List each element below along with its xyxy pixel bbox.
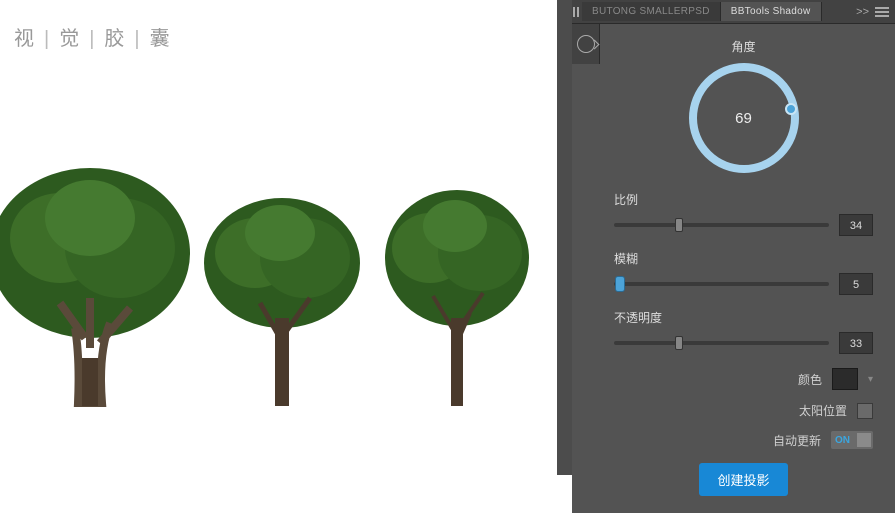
link-tool-strip: [572, 24, 600, 64]
angle-dial[interactable]: 69: [689, 63, 799, 173]
tree-2: [195, 188, 370, 408]
shadow-panel: BUTONG SMALLERPSD BBTools Shadow >> 角度 6…: [572, 0, 895, 513]
vertical-scrollbar[interactable]: [557, 0, 572, 475]
blur-slider-thumb[interactable]: [615, 276, 625, 292]
auto-update-label: 自动更新: [773, 432, 821, 449]
angle-dial-handle[interactable]: [785, 103, 797, 115]
color-swatch[interactable]: [832, 368, 858, 390]
opacity-slider[interactable]: [614, 341, 829, 345]
color-dropdown-caret[interactable]: ▾: [868, 374, 873, 385]
blur-value[interactable]: 5: [839, 273, 873, 295]
canvas-area: 视|觉|胶|囊: [0, 0, 557, 513]
opacity-slider-thumb[interactable]: [675, 336, 683, 350]
auto-update-toggle[interactable]: ON: [831, 431, 873, 449]
expand-icon[interactable]: >>: [856, 6, 869, 18]
opacity-label: 不透明度: [614, 309, 873, 326]
color-label: 颜色: [798, 371, 822, 388]
blur-label: 模糊: [614, 250, 873, 267]
scale-label: 比例: [614, 191, 873, 208]
tree-image-group: [0, 148, 540, 408]
watermark: 视|觉|胶|囊: [14, 22, 172, 51]
tree-3: [375, 178, 540, 408]
blur-slider[interactable]: [614, 282, 829, 286]
panel-header: BUTONG SMALLERPSD BBTools Shadow >>: [572, 0, 895, 24]
scrollbar-thumb[interactable]: [557, 0, 572, 475]
angle-label: 角度: [614, 38, 873, 55]
tree-1: [0, 158, 200, 408]
opacity-value[interactable]: 33: [839, 332, 873, 354]
pause-icon[interactable]: [572, 7, 582, 17]
panel-menu-icon[interactable]: [875, 7, 889, 17]
link-icon[interactable]: [577, 35, 595, 53]
angle-value: 69: [735, 110, 752, 127]
sun-position-checkbox[interactable]: [857, 403, 873, 419]
scale-slider-thumb[interactable]: [675, 218, 683, 232]
sun-position-label: 太阳位置: [799, 402, 847, 419]
tab-bbtools-shadow[interactable]: BBTools Shadow: [721, 2, 822, 21]
tab-butong[interactable]: BUTONG SMALLERPSD: [582, 2, 721, 21]
scale-value[interactable]: 34: [839, 214, 873, 236]
create-shadow-button[interactable]: 创建投影: [699, 463, 787, 496]
scale-slider[interactable]: [614, 223, 829, 227]
